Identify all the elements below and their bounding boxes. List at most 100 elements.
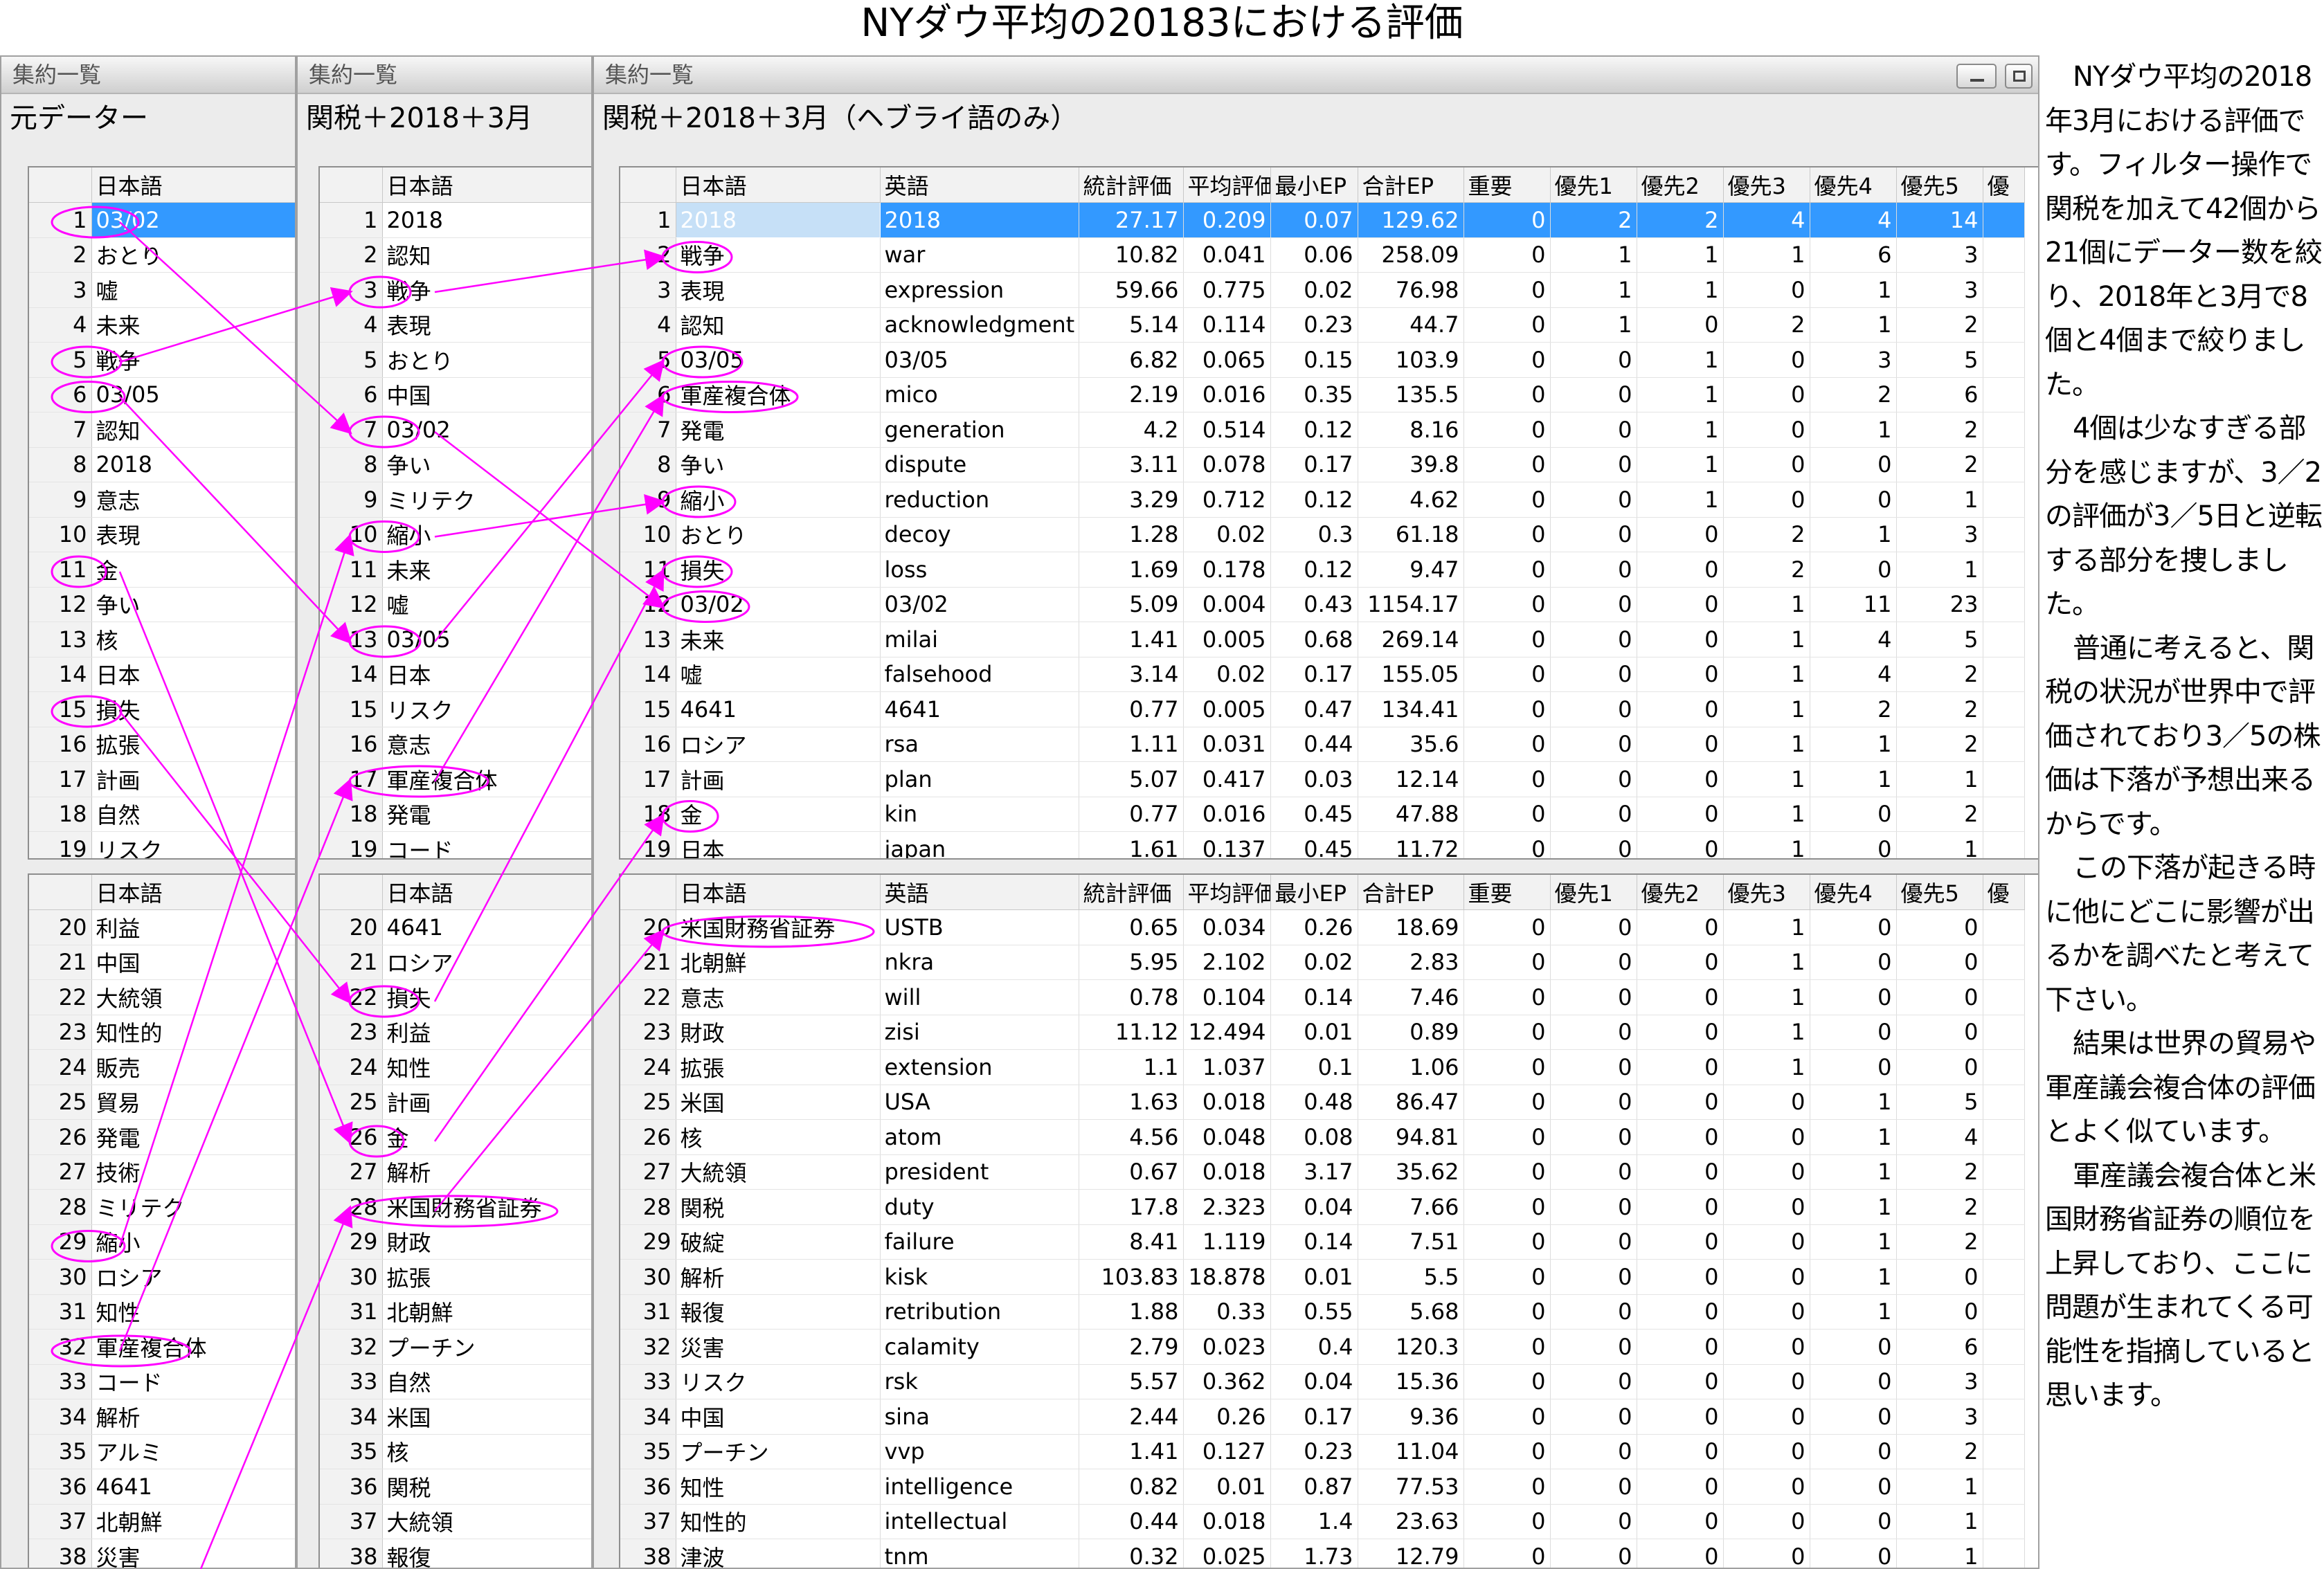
column-header-priority1[interactable]: 優先1 — [1550, 167, 1637, 203]
table-row[interactable]: 16 拡張 — [29, 727, 295, 762]
maximize-button[interactable] — [2005, 64, 2033, 89]
column-header-japanese[interactable]: 日本語 — [91, 875, 295, 910]
table-row[interactable]: 11 金 — [29, 552, 295, 588]
table-row[interactable]: 14 嘘 falsehood 3.14 0.02 0.17 155.05 0 0 0 1 4 2 — [620, 657, 2025, 692]
column-header-priority2[interactable]: 優先2 — [1637, 875, 1724, 910]
table-row[interactable]: 29 財政 — [320, 1224, 591, 1260]
column-header-stat-eval[interactable]: 統計評価 — [1079, 875, 1184, 910]
table-row[interactable]: 3嘘 — [29, 272, 295, 308]
table-row[interactable]: 14 日本 — [320, 657, 591, 692]
table-row[interactable]: 36 関税 — [320, 1469, 591, 1505]
table-row[interactable]: 10 表現 — [29, 517, 295, 552]
column-header-priority5[interactable]: 優先5 — [1896, 167, 1983, 203]
table-row[interactable]: 21 ロシア — [320, 945, 591, 980]
table-row[interactable]: 36 4641 — [29, 1469, 295, 1505]
table-row[interactable]: 27 解析 — [320, 1154, 591, 1190]
table-row[interactable]: 7 発電 generation 4.2 0.514 0.12 8.16 0 0 1 0 1 2 — [620, 412, 2025, 448]
table-row[interactable]: 15 リスク — [320, 691, 591, 727]
table-row[interactable]: 18 自然 — [29, 797, 295, 832]
table-row[interactable]: 24 知性 — [320, 1049, 591, 1085]
column-header-japanese[interactable]: 日本語 — [382, 875, 591, 910]
column-header-importance[interactable]: 重要 — [1463, 167, 1551, 203]
table-row[interactable]: 6 中国 — [320, 377, 591, 412]
table-row[interactable]: 8 2018 — [29, 447, 295, 482]
table-row[interactable]: 26 核 atom 4.56 0.048 0.08 94.81 0 0 0 0 1 4 — [620, 1119, 2025, 1155]
column-header-min-ep[interactable]: 最小EP — [1270, 167, 1358, 203]
table-row[interactable]: 1 2018 2018 27.17 0.209 0.07 129.62 0 2 2 4 4 14 — [620, 202, 2025, 238]
table-row[interactable]: 30 ロシア — [29, 1259, 295, 1295]
table-row[interactable]: 23 財政 zisi 11.12 12.494 0.01 0.89 0 0 0 1 0 0 — [620, 1015, 2025, 1050]
table-row[interactable]: 11 未来 — [320, 552, 591, 588]
table-row[interactable]: 32 軍産複合体 — [29, 1329, 295, 1365]
table-row[interactable]: 31 報復 retribution 1.88 0.33 0.55 5.68 0 0 0 0 1 0 — [620, 1294, 2025, 1330]
table-row[interactable]: 33 コード — [29, 1364, 295, 1399]
table-row[interactable]: 27 技術 — [29, 1154, 295, 1190]
table-row[interactable]: 23 利益 — [320, 1015, 591, 1050]
table-row[interactable]: 28 ミリテク — [29, 1189, 295, 1225]
table-row[interactable]: 31 知性 — [29, 1294, 295, 1330]
table-row[interactable]: 4 認知 acknowledgment 5.14 0.114 0.23 44.7 0 1 0 2 1 2 — [620, 307, 2025, 343]
evaluation-grid-top[interactable]: 日本語 英語 統計評価 平均評価 最小EP 合計EP 重要 優先1 優先2 優先3 優先4 優先5 優 1… — [619, 166, 2038, 860]
table-row[interactable]: 19 コード — [320, 831, 591, 858]
table-row[interactable]: 37 北朝鮮 — [29, 1504, 295, 1539]
table-row[interactable]: 25 貿易 — [29, 1085, 295, 1120]
keyword-grid-top[interactable]: 日本語 1 03/02 2 おとり 3 嘘 4 未来 5 戦争 6 03/05 7 認知 8 2018 9 意志 10… — [28, 166, 295, 860]
table-row[interactable]: 34 米国 — [320, 1399, 591, 1435]
table-row[interactable]: 5 03/05 03/05 6.82 0.065 0.15 103.9 0 0 1 0 3 5 — [620, 342, 2025, 378]
keyword-grid-top[interactable]: 日本語 1 2018 2 認知 3 戦争 4 表現 5 おとり 6 中国 7 03/02 8 争い 9 ミリテク 10… — [318, 166, 591, 860]
table-row[interactable]: 38 津波 tnm 0.32 0.025 1.73 12.79 0 0 0 0 0 1 — [620, 1539, 2025, 1568]
table-row[interactable]: 21 北朝鮮 nkra 5.95 2.102 0.02 2.83 0 0 0 1 0 0 — [620, 945, 2025, 980]
evaluation-grid-bottom[interactable]: 日本語 英語 統計評価 平均評価 最小EP 合計EP 重要 優先1 優先2 優先3 優先4 優先5 優 2… — [619, 873, 2038, 1568]
table-row[interactable]: 24 拡張 extension 1.1 1.037 0.1 1.06 0 0 0 1 0 0 — [620, 1049, 2025, 1085]
table-row[interactable]: 15 4641 4641 0.77 0.005 0.47 134.41 0 0 0 1 2 2 — [620, 691, 2025, 727]
column-header-priority5[interactable]: 優先5 — [1896, 875, 1983, 910]
table-row[interactable]: 12 03/02 03/02 5.09 0.004 0.43 1154.17 0 0 0 1 11 23 — [620, 587, 2025, 622]
table-row[interactable]: 16 ロシア rsa 1.11 0.031 0.44 35.6 0 0 0 1 1 2 — [620, 727, 2025, 762]
table-row[interactable]: 30 解析 kisk 103.83 18.878 0.01 5.5 0 0 0 0 1 0 — [620, 1259, 2025, 1295]
table-row[interactable]: 15 損失 — [29, 691, 295, 727]
table-row[interactable]: 22 大統領 — [29, 979, 295, 1015]
table-row[interactable]: 16 意志 — [320, 727, 591, 762]
table-row[interactable]: 31 北朝鮮 — [320, 1294, 591, 1330]
table-row[interactable]: 28 米国財務省証券 — [320, 1189, 591, 1225]
column-header-importance[interactable]: 重要 — [1463, 875, 1551, 910]
column-header-english[interactable]: 英語 — [880, 167, 1079, 203]
table-row[interactable]: 27 大統領 president 0.67 0.018 3.17 35.62 0 0 0 0 1 2 — [620, 1154, 2025, 1190]
column-header-japanese[interactable]: 日本語 — [676, 875, 881, 910]
table-row[interactable]: 22 意志 will 0.78 0.104 0.14 7.46 0 0 0 1 0 0 — [620, 979, 2025, 1015]
column-header-english[interactable]: 英語 — [880, 875, 1079, 910]
aggregate-list-window-original[interactable]: 集約一覧 元データー 日本語 1 03/02 2 おとり 3 嘘 4 未来 5 戦争 6 03/05 7 認… — [0, 55, 296, 1569]
table-row[interactable]: 38 報復 — [320, 1539, 591, 1568]
column-header-priority3[interactable]: 優先3 — [1723, 875, 1810, 910]
table-row[interactable]: 35 アルミ — [29, 1434, 295, 1469]
table-row[interactable]: 34 解析 — [29, 1399, 295, 1435]
table-row[interactable]: 12 嘘 — [320, 587, 591, 622]
table-row[interactable]: 1 2018 — [320, 202, 591, 238]
table-row[interactable]: 5 おとり — [320, 342, 591, 378]
table-row[interactable]: 35 核 — [320, 1434, 591, 1469]
table-row[interactable]: 20 米国財務省証券 USTB 0.65 0.034 0.26 18.69 0 0 0 1 0 0 — [620, 909, 2025, 945]
table-row[interactable]: 7 認知 — [29, 412, 295, 448]
table-row[interactable]: 6 03/05 — [29, 377, 295, 412]
table-row[interactable]: 3 表現 expression 59.66 0.775 0.02 76.98 0 1 1 0 1 3 — [620, 272, 2025, 308]
column-header-japanese[interactable]: 日本語 — [91, 167, 295, 203]
table-row[interactable]: 32 プーチン — [320, 1329, 591, 1365]
column-header-priority4[interactable]: 優先4 — [1810, 167, 1897, 203]
table-row[interactable]: 2 認知 — [320, 237, 591, 273]
table-row[interactable]: 2 戦争 war 10.82 0.041 0.06 258.09 0 1 1 1 6 3 — [620, 237, 2025, 273]
column-header-avg-eval[interactable]: 平均評価 — [1183, 167, 1271, 203]
table-row[interactable]: 5 戦争 — [29, 342, 295, 378]
table-row[interactable]: 13 03/05 — [320, 622, 591, 657]
table-row[interactable]: 35 プーチン vvp 1.41 0.127 0.23 11.04 0 0 0 0 0 2 — [620, 1434, 2025, 1469]
table-row[interactable]: 25 計画 — [320, 1085, 591, 1120]
table-row[interactable]: 12 争い — [29, 587, 295, 622]
table-row[interactable]: 20 4641 — [320, 909, 591, 945]
aggregate-list-window-filtered[interactable]: 集約一覧 関税＋2018＋3月 日本語 1 2018 2 認知 3 戦争 4 表現 5 おとり 6 中国… — [296, 55, 593, 1569]
table-row[interactable]: 8 争い dispute 3.11 0.078 0.17 39.8 0 0 1 0 0 2 — [620, 447, 2025, 482]
column-header-japanese[interactable]: 日本語 — [382, 167, 591, 203]
column-header-avg-eval[interactable]: 平均評価 — [1183, 875, 1271, 910]
table-row[interactable]: 22 損失 — [320, 979, 591, 1015]
table-row[interactable]: 36 知性 intelligence 0.82 0.01 0.87 77.53 0 0 0 0 0 1 — [620, 1469, 2025, 1505]
column-header-priority4[interactable]: 優先4 — [1810, 875, 1897, 910]
column-header-priority6[interactable]: 優 — [1983, 875, 2025, 910]
